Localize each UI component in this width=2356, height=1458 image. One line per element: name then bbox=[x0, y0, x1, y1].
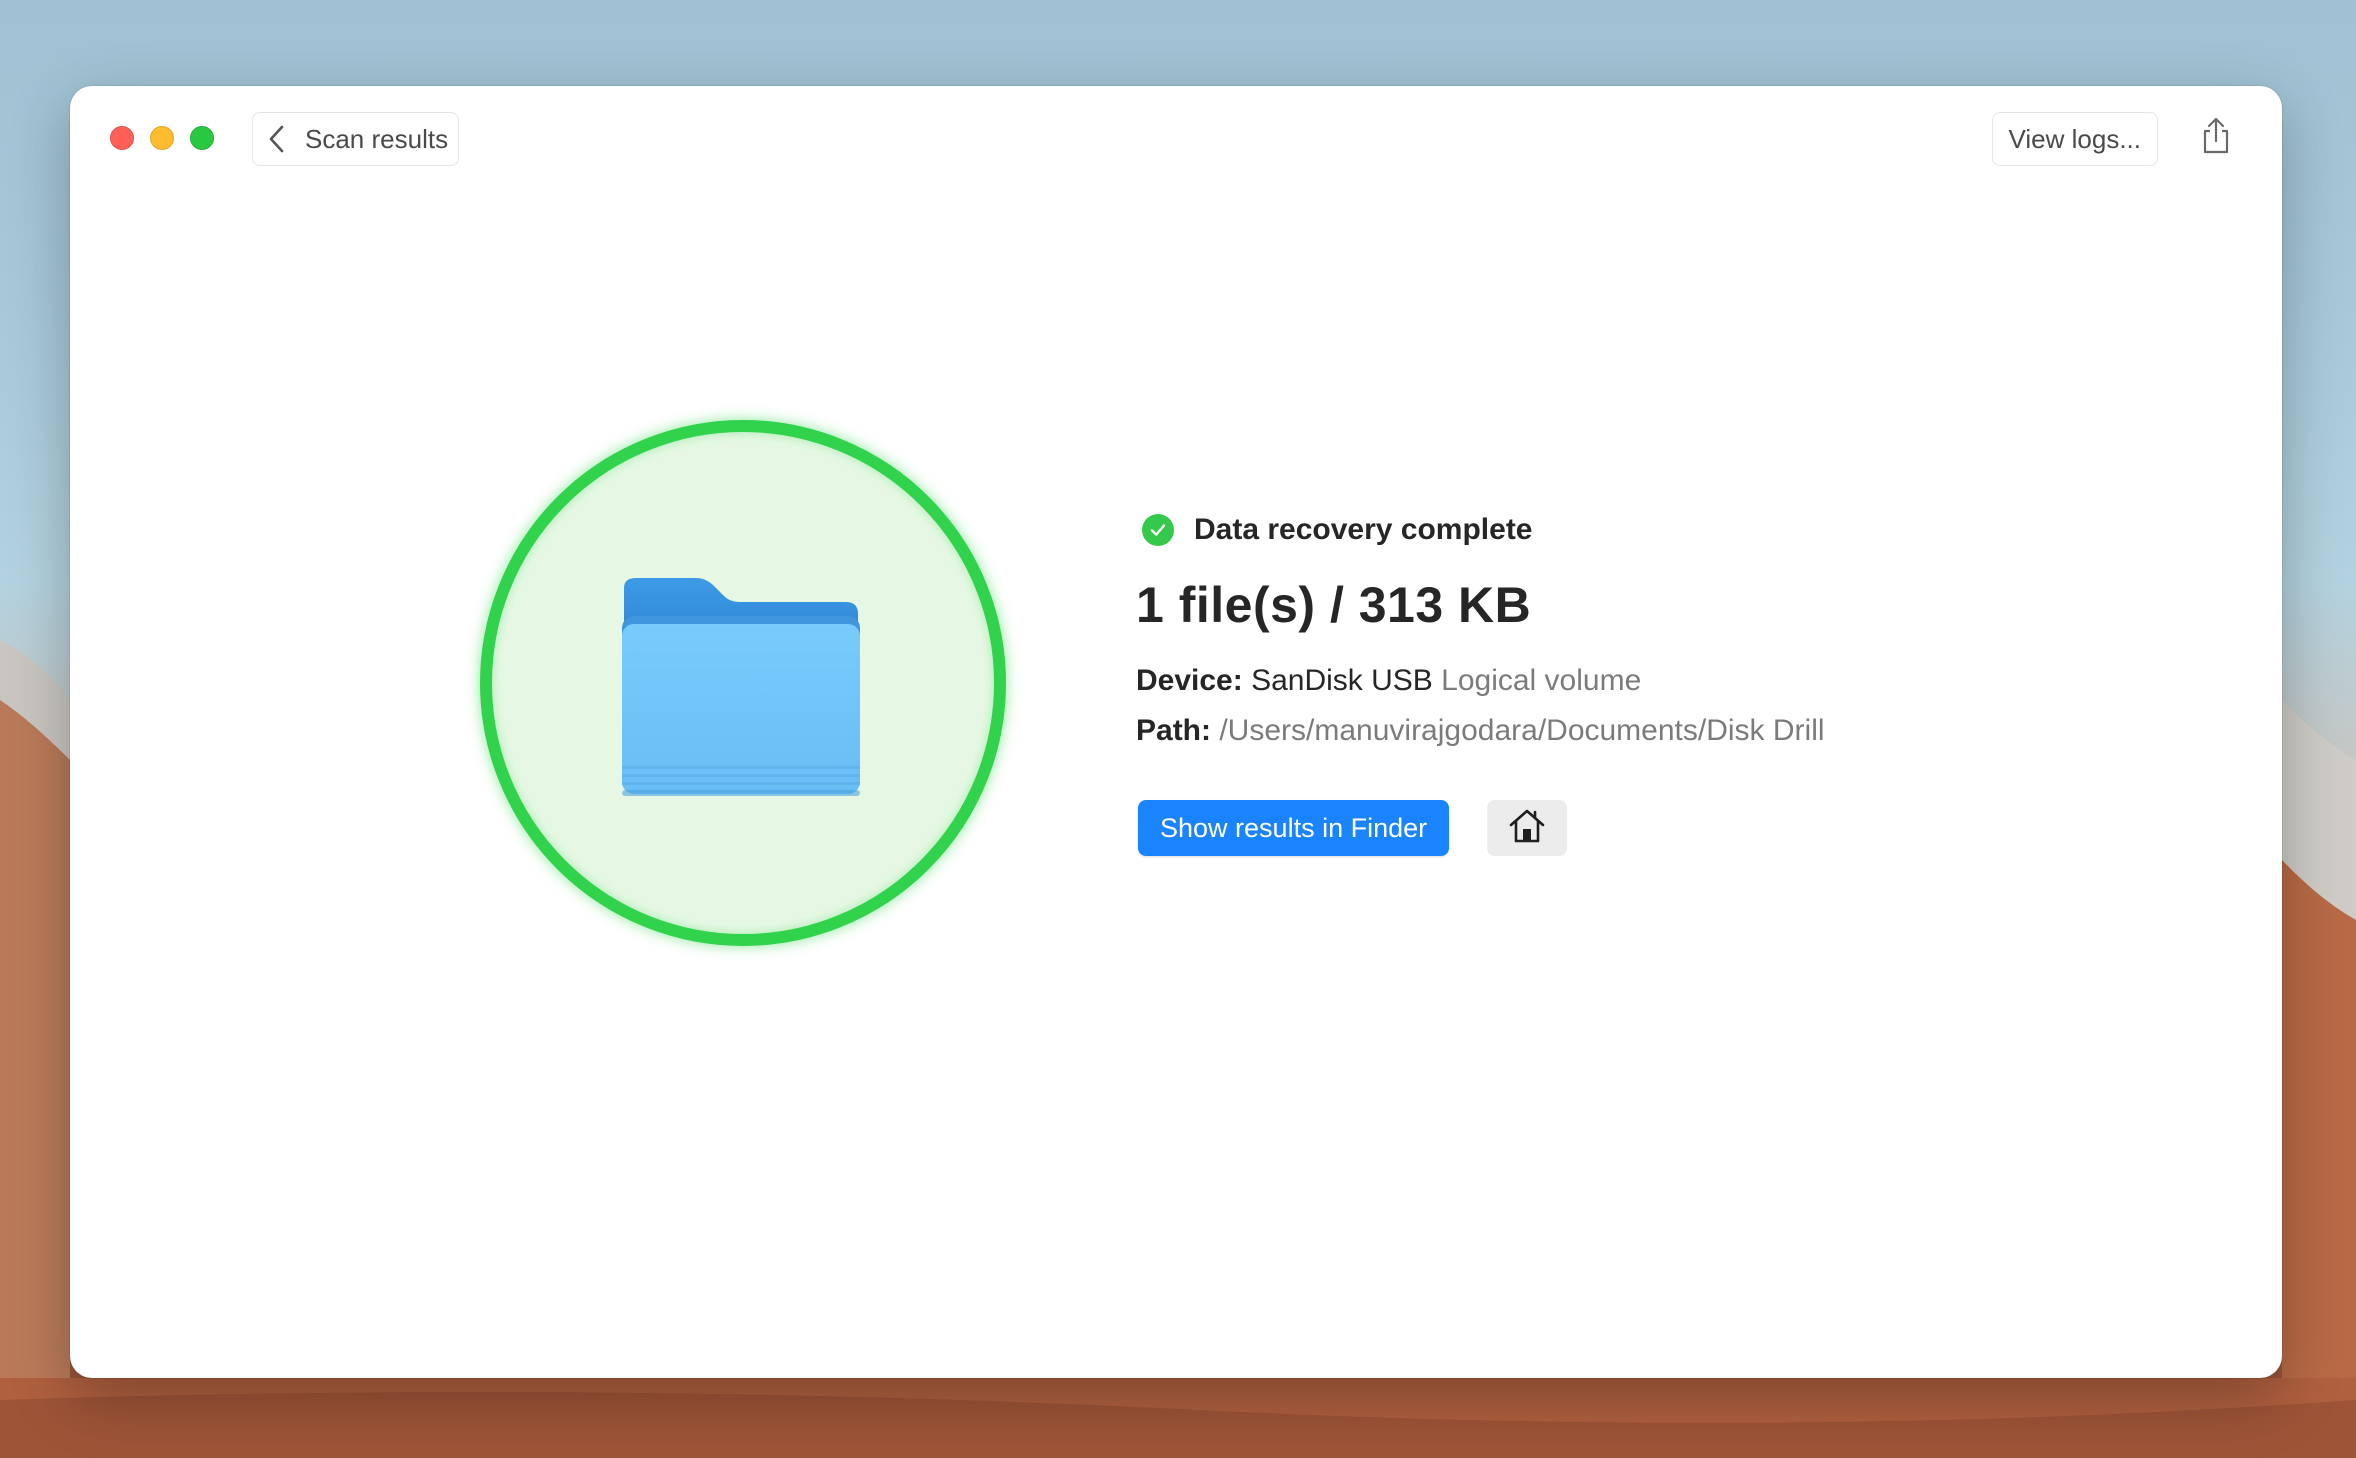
app-window: Scan results View logs... Data recovery … bbox=[70, 86, 2282, 1378]
actions-row: Show results in Finder bbox=[1138, 800, 2134, 856]
share-icon bbox=[2200, 117, 2232, 160]
path-value: /Users/manuvirajgodara/Documents/Disk Dr… bbox=[1219, 714, 1825, 747]
folder-icon bbox=[610, 576, 870, 806]
recovery-info-panel: Data recovery complete 1 file(s) / 313 K… bbox=[1134, 506, 2134, 856]
status-title: Data recovery complete bbox=[1194, 513, 1533, 546]
home-icon bbox=[1507, 808, 1547, 849]
view-logs-button[interactable]: View logs... bbox=[1991, 112, 2158, 166]
path-key: Path: bbox=[1136, 714, 1211, 747]
recovery-summary: 1 file(s) / 313 KB bbox=[1136, 577, 1532, 633]
device-key: Device: bbox=[1136, 664, 1243, 697]
show-results-in-finder-button[interactable]: Show results in Finder bbox=[1138, 800, 1450, 856]
home-button[interactable] bbox=[1487, 800, 1568, 856]
back-button-label: Scan results bbox=[305, 123, 449, 154]
back-to-scan-results-button[interactable]: Scan results bbox=[252, 112, 460, 166]
chevron-left-icon bbox=[259, 121, 295, 157]
share-button[interactable] bbox=[2194, 116, 2238, 160]
window-close-button[interactable] bbox=[110, 126, 134, 150]
status-row: Data recovery complete bbox=[1134, 506, 2134, 554]
device-type: Logical volume bbox=[1441, 664, 1642, 697]
device-row: Device: SanDisk USB Logical volume bbox=[1136, 656, 2134, 706]
window-zoom-button[interactable] bbox=[190, 126, 214, 150]
path-row: Path: /Users/manuvirajgodara/Documents/D… bbox=[1136, 706, 2134, 756]
checkmark-circle-icon bbox=[1142, 514, 1174, 546]
device-name: SanDisk USB bbox=[1251, 664, 1433, 697]
window-minimize-button[interactable] bbox=[150, 126, 174, 150]
